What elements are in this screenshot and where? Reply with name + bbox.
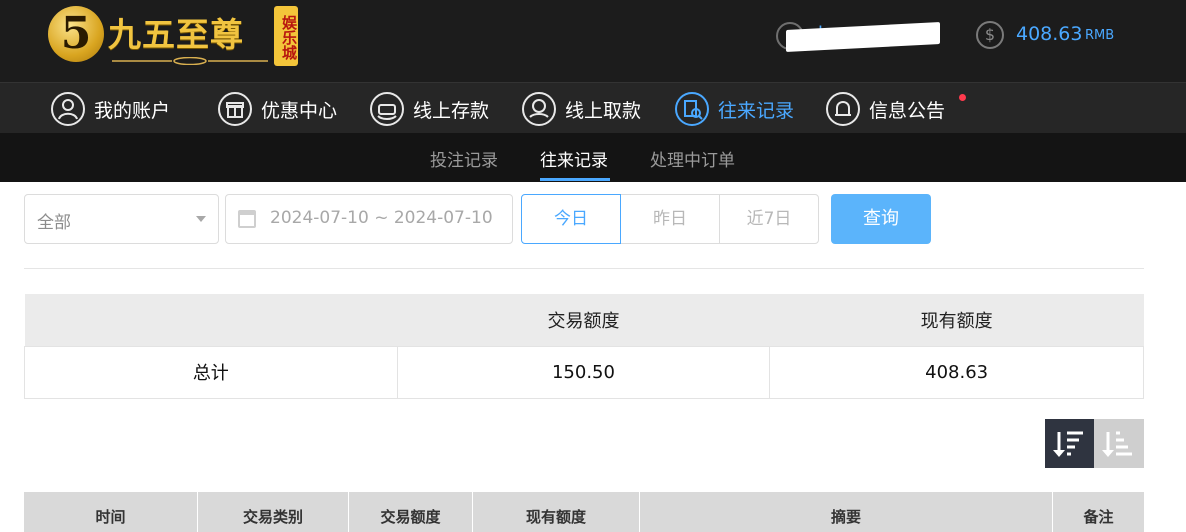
logo-flourish: [112, 57, 268, 65]
nav-label: 信息公告: [869, 99, 946, 122]
summary-header-row: 交易额度 现有额度: [24, 294, 1144, 346]
active-tab-indicator: [540, 178, 610, 181]
balance-currency: RMB: [1085, 28, 1115, 43]
summary-total-label: 总计: [24, 345, 398, 399]
balance-value: 408.63: [1016, 23, 1083, 45]
user-icon: [51, 92, 85, 126]
tab-bet-records[interactable]: 投注记录: [430, 146, 498, 171]
nav-item-withdraw[interactable]: 线上取款: [522, 91, 641, 127]
nav-label: 我的账户: [94, 99, 171, 122]
summary-total-row: 总计 150.50 408.63: [24, 345, 1144, 399]
divider: [24, 268, 1144, 269]
summary-total-balance: 408.63: [769, 345, 1144, 399]
nav-label: 线上取款: [565, 99, 642, 122]
withdraw-icon: [522, 92, 556, 126]
sub-nav: 投注记录 往来记录 处理中订单: [0, 133, 1186, 182]
nav-item-records[interactable]: 往来记录: [675, 91, 794, 127]
records-header-summary: 摘要: [640, 492, 1053, 532]
logo-tag: 娱乐城: [274, 6, 298, 66]
nav-item-deposit[interactable]: 线上存款: [370, 91, 489, 127]
summary-header-amount: 交易额度: [397, 294, 770, 346]
date-range-value: 2024-07-10 ~ 2024-07-10: [270, 208, 493, 228]
nav-item-promotions[interactable]: 优惠中心: [218, 91, 337, 127]
sort-descending-button[interactable]: [1045, 419, 1094, 468]
redaction-mark: [786, 21, 940, 53]
logo-emblem: 5: [48, 6, 104, 62]
site-logo[interactable]: 5 九五至尊 娱乐城: [46, 2, 306, 68]
records-header-amount: 交易额度: [349, 492, 473, 532]
nav-label: 优惠中心: [261, 99, 338, 122]
range-today-button[interactable]: 今日: [521, 194, 621, 244]
summary-table: 交易额度 现有额度 总计 150.50 408.63: [24, 294, 1144, 399]
main-nav: 我的账户 优惠中心 线上存款 线上取款 往来记录 信息公告: [0, 82, 1186, 133]
dollar-coin-icon: $: [976, 21, 1004, 49]
calendar-icon: [238, 210, 256, 228]
nav-label: 线上存款: [413, 99, 490, 122]
summary-header-balance: 现有额度: [769, 294, 1144, 346]
records-header-time: 时间: [24, 492, 198, 532]
chevron-down-icon: [196, 216, 206, 222]
nav-item-announcements[interactable]: 信息公告: [826, 91, 945, 127]
nav-label: 往来记录: [718, 99, 795, 122]
sort-ascending-icon: [1102, 431, 1132, 457]
summary-total-amount: 150.50: [396, 345, 771, 399]
records-header-type: 交易类别: [198, 492, 349, 532]
bell-icon: [826, 92, 860, 126]
sort-descending-icon: [1053, 431, 1083, 457]
select-value: 全部: [37, 213, 71, 233]
summary-header-blank: [24, 294, 398, 346]
tab-transaction-records[interactable]: 往来记录: [540, 146, 608, 171]
logo-name: 九五至尊: [108, 15, 244, 54]
range-yesterday-button[interactable]: 昨日: [620, 194, 720, 244]
user-account[interactable]: k_____g___9: [776, 21, 944, 53]
top-header: 5 九五至尊 娱乐城 k_____g___9 $ 408.63 RMB: [0, 0, 1186, 82]
date-range-picker[interactable]: 2024-07-10 ~ 2024-07-10: [225, 194, 513, 244]
tab-pending-orders[interactable]: 处理中订单: [650, 146, 735, 171]
records-icon: [675, 92, 709, 126]
records-table-header: 时间 交易类别 交易额度 现有额度 摘要 备注: [24, 492, 1144, 532]
gift-icon: [218, 92, 252, 126]
sort-ascending-button[interactable]: [1094, 419, 1144, 468]
transaction-type-select[interactable]: 全部: [24, 194, 219, 244]
records-header-balance: 现有额度: [473, 492, 640, 532]
range-7days-button[interactable]: 近7日: [719, 194, 819, 244]
query-button[interactable]: 查询: [831, 194, 931, 244]
nav-item-my-account[interactable]: 我的账户: [51, 91, 170, 127]
records-header-note: 备注: [1083, 508, 1114, 526]
deposit-icon: [370, 92, 404, 126]
notification-badge: [959, 94, 966, 101]
